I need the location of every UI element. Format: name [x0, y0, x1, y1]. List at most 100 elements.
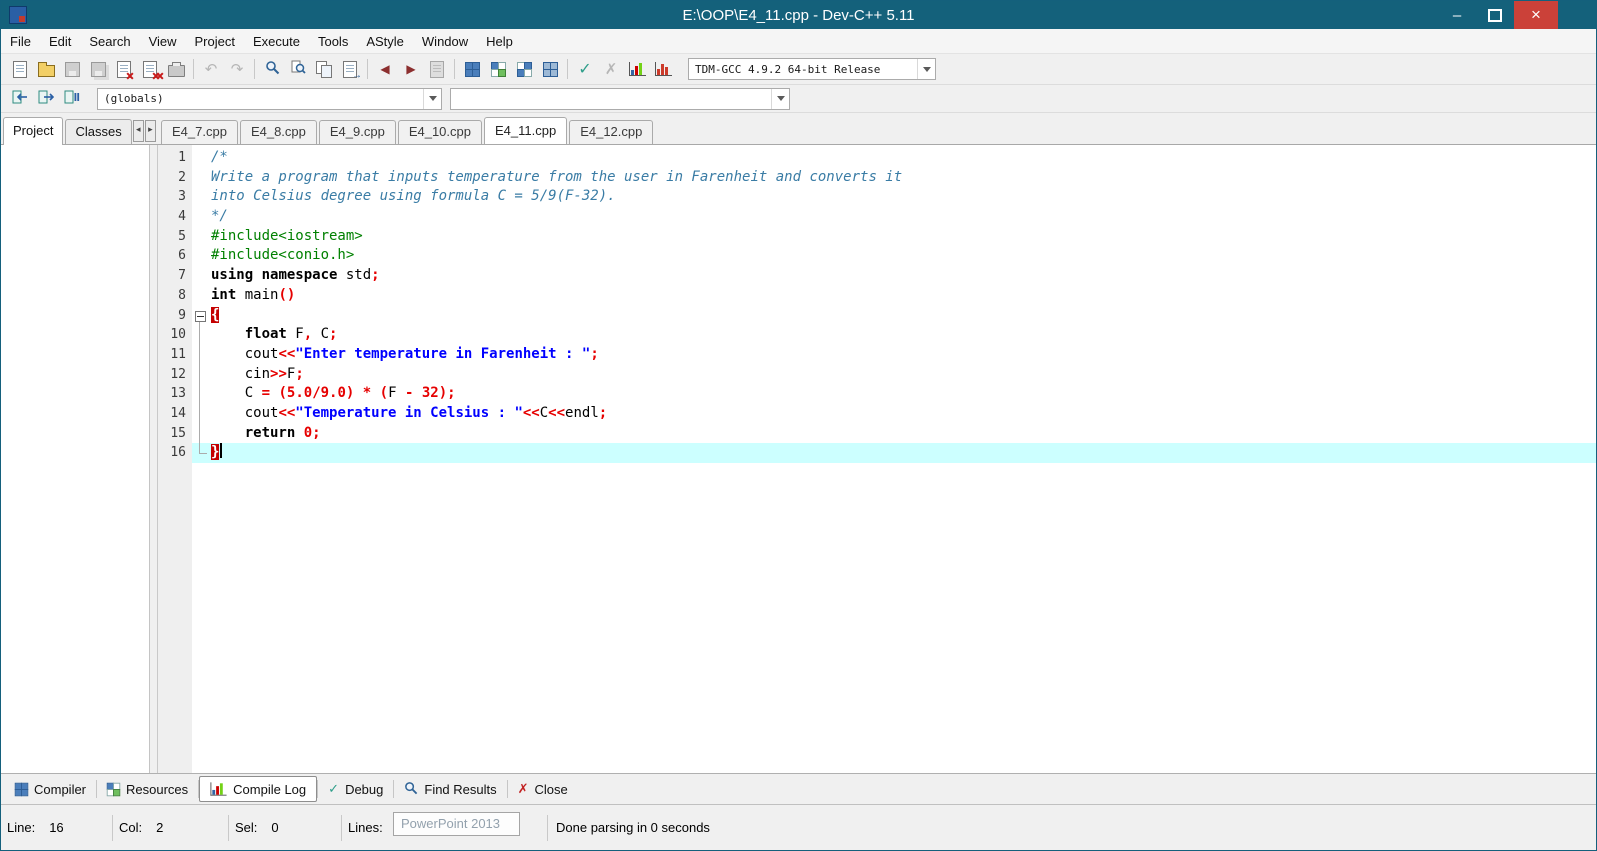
tabs-scroll-left-button[interactable]: ◂ [132, 120, 144, 142]
pause-parser-button[interactable] [59, 87, 85, 111]
tab-row: Project Classes ◂ ▸ E4_7.cpp E4_8.cpp E4… [1, 113, 1596, 145]
jump-back-button[interactable] [7, 87, 33, 111]
code-area[interactable]: 1 /* 2 Write a program that inputs temperat… [158, 145, 1596, 463]
open-file-button[interactable] [33, 57, 59, 81]
code-line-4[interactable]: 4 */ [158, 207, 1596, 227]
line-number: 12 [158, 364, 192, 385]
code-line-6[interactable]: 6 #include<conio.h> [158, 246, 1596, 267]
goto-line-button[interactable]: → [337, 57, 363, 81]
fold-margin [192, 423, 209, 444]
profiling-log-button[interactable] [650, 57, 676, 81]
tab-project[interactable]: Project [3, 117, 64, 145]
maximize-button[interactable] [1476, 1, 1514, 29]
compiler-profile-value: TDM-GCC 4.9.2 64-bit Release [695, 62, 881, 76]
code-text: #include<conio.h> [211, 247, 355, 264]
tab-find-results[interactable]: Find Results [394, 777, 506, 801]
fold-margin [192, 286, 209, 306]
code-line-12[interactable]: 12 cin>>F; [158, 364, 1596, 385]
title-bar[interactable]: E:\OOP\E4_11.cpp - Dev-C++ 5.11 – × [1, 1, 1596, 29]
editor-pane[interactable]: 1 /* 2 Write a program that inputs temperat… [158, 145, 1596, 773]
line-number: 15 [158, 423, 192, 444]
menu-search[interactable]: Search [80, 30, 139, 53]
goto-declaration-button[interactable] [424, 57, 450, 81]
menu-astyle[interactable]: AStyle [357, 30, 413, 53]
code-line-9[interactable]: 9{ [158, 305, 1596, 326]
forward-button[interactable]: ▶ [398, 57, 424, 81]
print-button[interactable] [163, 57, 189, 81]
code-line-3[interactable]: 3 into Celsius degree using formula C = 5… [158, 187, 1596, 208]
fold-margin [192, 187, 209, 207]
tab-e4-12-cpp[interactable]: E4_12.cpp [569, 120, 654, 144]
menu-help[interactable]: Help [477, 30, 522, 53]
syntax-check-button[interactable]: ✓ [572, 57, 598, 81]
minimize-button[interactable]: – [1438, 1, 1476, 29]
code-line-8[interactable]: 8 int main() [158, 285, 1596, 306]
code-text: C = (5.0/9.0) * (F - 32); [211, 385, 456, 402]
tab-e4-9-cpp[interactable]: E4_9.cpp [318, 120, 396, 144]
menu-window[interactable]: Window [413, 30, 477, 53]
code-line-10[interactable]: 10 float F, C; [158, 325, 1596, 345]
new-file-button[interactable] [7, 57, 33, 81]
menu-project[interactable]: Project [186, 30, 244, 53]
back-button[interactable]: ◀ [372, 57, 398, 81]
tab-resources[interactable]: Resources [97, 777, 198, 801]
replace-button[interactable] [311, 57, 337, 81]
project-browser-panel[interactable] [1, 145, 150, 773]
minimize-icon: – [1452, 6, 1462, 24]
tab-close[interactable]: ✗ Close [508, 777, 578, 801]
find-button[interactable] [259, 57, 285, 81]
save-button[interactable] [59, 57, 85, 81]
save-all-button[interactable] [85, 57, 111, 81]
code-line-11[interactable]: 11 cout<<"Enter temperature in Farenheit… [158, 344, 1596, 365]
line-number: 6 [158, 246, 192, 267]
door-arrow-in-icon [12, 90, 28, 107]
profile-button[interactable] [624, 57, 650, 81]
menu-edit[interactable]: Edit [40, 30, 80, 53]
debug-check-icon: ✓ [328, 781, 340, 797]
close-file-button[interactable] [111, 57, 137, 81]
project-options-button[interactable] [511, 57, 537, 81]
tab-e4-11-cpp[interactable]: E4_11.cpp [483, 117, 568, 144]
open-project-button[interactable] [485, 57, 511, 81]
globals-select[interactable]: (globals) [97, 87, 442, 110]
project-options-icon [516, 61, 532, 77]
new-project-button[interactable] [459, 57, 485, 81]
code-line-2[interactable]: 2 Write a program that inputs temperature… [158, 167, 1596, 188]
members-select[interactable] [450, 87, 790, 110]
goto-line-icon: → [343, 60, 362, 81]
jump-forward-button[interactable] [33, 87, 59, 111]
close-all-button[interactable] [137, 57, 163, 81]
tab-e4-7-cpp[interactable]: E4_7.cpp [161, 120, 238, 144]
package-manager-button[interactable] [537, 57, 563, 81]
tab-debug[interactable]: ✓ Debug [318, 777, 393, 801]
app-icon [9, 6, 27, 24]
tab-compiler[interactable]: Compiler [5, 777, 96, 801]
goto-declaration-icon [430, 60, 444, 78]
tab-compile-log[interactable]: Compile Log [199, 776, 318, 802]
find-in-files-button[interactable] [285, 57, 311, 81]
code-line-1[interactable]: 1 /* [158, 148, 1596, 168]
status-sel-label: Sel: [235, 820, 258, 835]
close-button[interactable]: × [1514, 1, 1558, 29]
compiler-profile-select[interactable]: TDM-GCC 4.9.2 64-bit Release [688, 58, 936, 80]
code-line-16[interactable]: 16} [158, 443, 1596, 463]
code-line-14[interactable]: 14 cout<<"Temperature in Celsius : "<<C<… [158, 403, 1596, 424]
panel-splitter[interactable] [150, 145, 158, 773]
code-line-5[interactable]: 5 #include<iostream> [158, 226, 1596, 247]
tab-e4-10-cpp[interactable]: E4_10.cpp [397, 120, 482, 144]
tabs-scroll-right-button[interactable]: ▸ [144, 120, 156, 142]
menu-file[interactable]: File [1, 30, 40, 53]
redo-button[interactable]: ↷ [224, 57, 250, 81]
code-line-13[interactable]: 13 C = (5.0/9.0) * (F - 32); [158, 384, 1596, 404]
menu-tools[interactable]: Tools [309, 30, 357, 53]
window-title: E:\OOP\E4_11.cpp - Dev-C++ 5.11 [682, 6, 915, 24]
tab-e4-8-cpp[interactable]: E4_8.cpp [239, 120, 317, 144]
tab-classes[interactable]: Classes [65, 119, 132, 144]
menu-execute[interactable]: Execute [244, 30, 309, 53]
abort-compile-button[interactable]: ✗ [598, 57, 624, 81]
code-line-15[interactable]: 15 return 0; [158, 423, 1596, 444]
fold-collapse-icon[interactable] [192, 306, 209, 326]
code-line-7[interactable]: 7 using namespace std; [158, 266, 1596, 286]
undo-button[interactable]: ↶ [198, 57, 224, 81]
menu-view[interactable]: View [140, 30, 186, 53]
